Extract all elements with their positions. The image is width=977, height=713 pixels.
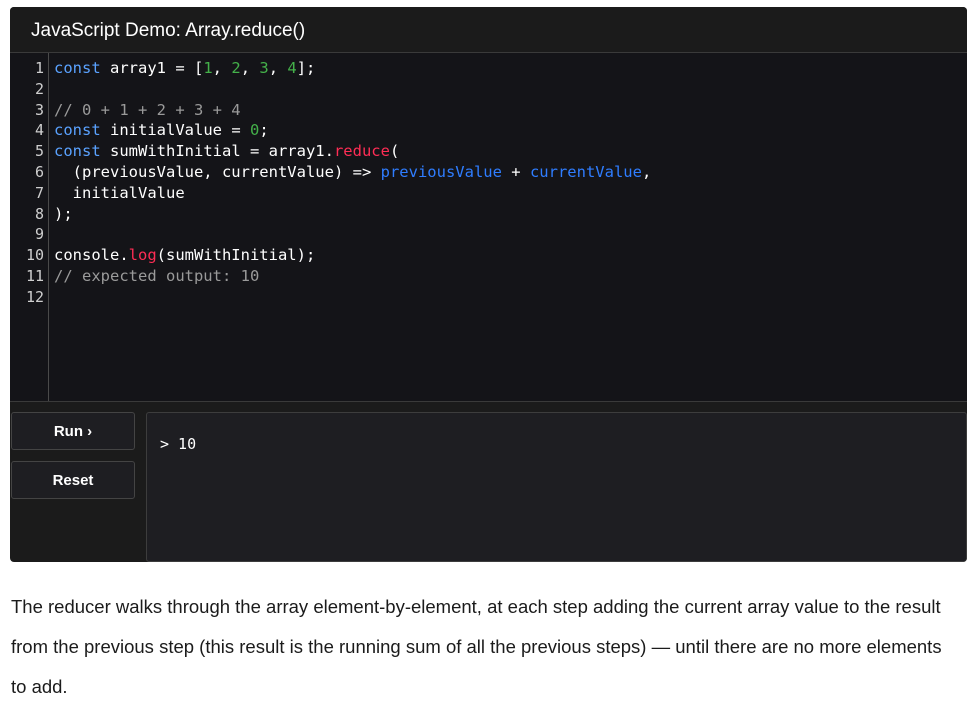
line-number: 12 bbox=[25, 287, 44, 306]
code-line-text[interactable]: initialValue bbox=[54, 183, 185, 204]
interactive-example: JavaScript Demo: Array.reduce() 1 const a… bbox=[10, 7, 967, 562]
code-line[interactable]: 12 bbox=[10, 287, 967, 308]
code-line[interactable]: 5 const sumWithInitial = array1.reduce( bbox=[10, 141, 967, 162]
code-line[interactable]: 8); bbox=[10, 204, 967, 225]
code-line-text[interactable]: const array1 = [1, 2, 3, 4]; bbox=[54, 58, 315, 79]
code-line[interactable]: 4 const initialValue = 0; bbox=[10, 120, 967, 141]
code-line-text[interactable]: // 0 + 1 + 2 + 3 + 4 bbox=[54, 100, 241, 121]
code-line-text[interactable]: // expected output: 10 bbox=[54, 266, 259, 287]
code-line-text[interactable]: console.log(sumWithInitial); bbox=[54, 245, 315, 266]
console-output: > 10 bbox=[146, 412, 967, 562]
line-number: 11 bbox=[25, 266, 44, 285]
code-line-text[interactable]: (previousValue, currentValue) => previou… bbox=[54, 162, 652, 183]
code-line[interactable]: 1 const array1 = [1, 2, 3, 4]; bbox=[10, 58, 967, 79]
description-paragraph: The reducer walks through the array elem… bbox=[11, 596, 942, 697]
line-number: 1 bbox=[34, 59, 44, 77]
reset-button[interactable]: Reset bbox=[11, 461, 135, 499]
code-line[interactable]: 3 // 0 + 1 + 2 + 3 + 4 bbox=[10, 100, 967, 121]
line-number: 10 bbox=[25, 246, 44, 265]
demo-title: JavaScript Demo: Array.reduce() bbox=[10, 7, 967, 53]
line-number: 2 bbox=[34, 79, 44, 98]
code-line[interactable]: 11 // expected output: 10 bbox=[10, 266, 967, 287]
code-line[interactable]: 2 bbox=[10, 79, 967, 100]
line-number: 5 bbox=[34, 142, 44, 161]
code-line-text[interactable]: const initialValue = 0; bbox=[54, 120, 269, 141]
line-number: 6 bbox=[34, 162, 44, 181]
code-line[interactable]: 10 console.log(sumWithInitial); bbox=[10, 245, 967, 266]
code-line[interactable]: 9 bbox=[10, 224, 967, 245]
line-number: 4 bbox=[34, 121, 44, 140]
run-button[interactable]: Run › bbox=[11, 412, 135, 450]
line-number: 3 bbox=[34, 100, 44, 119]
code-line[interactable]: 6 (previousValue, currentValue) => previ… bbox=[10, 162, 967, 183]
line-number: 9 bbox=[34, 225, 44, 244]
code-line-text[interactable]: const sumWithInitial = array1.reduce( bbox=[54, 141, 399, 162]
line-number: 8 bbox=[34, 204, 44, 223]
console-output-text: > 10 bbox=[160, 435, 197, 453]
line-number: 7 bbox=[34, 183, 44, 202]
code-line-text[interactable]: ); bbox=[54, 204, 73, 225]
code-line[interactable]: 7 initialValue bbox=[10, 183, 967, 204]
code-lines[interactable]: 1 const array1 = [1, 2, 3, 4]; 2 3 // 0 + 1 … bbox=[10, 58, 967, 308]
code-editor[interactable]: 1 const array1 = [1, 2, 3, 4]; 2 3 // 0 + 1 … bbox=[10, 53, 967, 402]
